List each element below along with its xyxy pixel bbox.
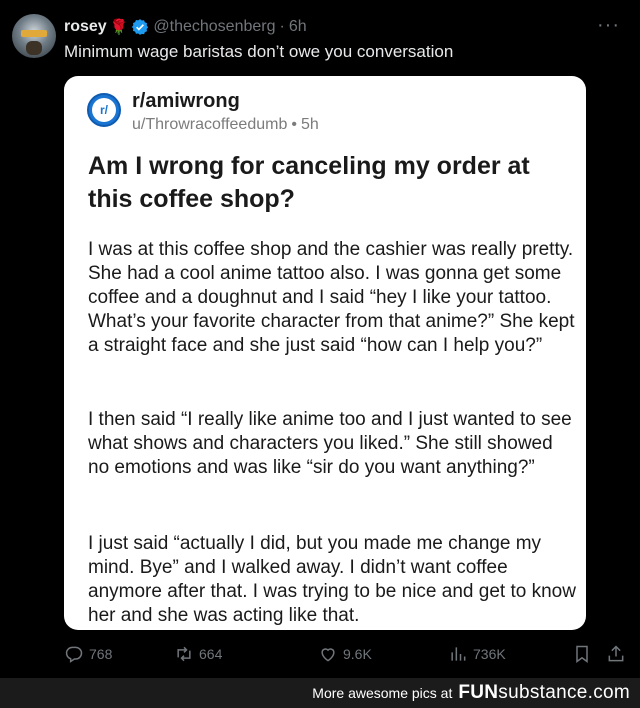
bookmark-button[interactable] xyxy=(572,644,597,664)
tweet: rosey 🌹 @thechosenberg · 6h ··· Minimum … xyxy=(0,0,640,678)
views-button[interactable]: 736K xyxy=(448,644,506,664)
subreddit-icon-label: r/ xyxy=(92,98,116,122)
share-button[interactable] xyxy=(606,644,631,664)
avatar-sunglasses xyxy=(21,30,47,37)
bookmark-icon xyxy=(576,645,588,663)
footer-text: More awesome pics at xyxy=(312,685,453,701)
reddit-post-card[interactable]: r/ r/amiwrong u/Throwracoffeedumb • 5h Am … xyxy=(64,76,586,630)
heart-icon xyxy=(321,648,335,662)
funsubstance-footer: More awesome pics at FUNsubstance.com xyxy=(0,678,640,708)
handle[interactable]: @thechosenberg xyxy=(153,18,275,36)
logo-bold: FUN xyxy=(458,682,499,703)
tweet-text: Minimum wage baristas don’t owe you conv… xyxy=(64,42,454,61)
avatar-face xyxy=(26,41,42,55)
reply-button[interactable]: 768 xyxy=(64,644,112,664)
separator-dot: · xyxy=(279,18,285,35)
post-paragraph-1: I was at this coffee shop and the cashie… xyxy=(88,239,575,356)
subreddit-name: r/amiwrong xyxy=(132,90,240,112)
funsubstance-logo[interactable]: FUNsubstance.com xyxy=(458,682,630,704)
reply-count: 768 xyxy=(89,646,113,662)
tweet-time[interactable]: 6h xyxy=(289,18,307,36)
verified-badge-icon xyxy=(132,19,149,35)
post-paragraph-2: I then said “I really like anime too and… xyxy=(88,409,572,478)
views-icon xyxy=(451,647,466,661)
post-paragraph-3: I just said “actually I did, but you mad… xyxy=(88,533,576,626)
share-icon xyxy=(608,645,624,662)
post-meta: u/Throwracoffeedumb • 5h xyxy=(132,116,319,134)
retweet-button[interactable]: 664 xyxy=(174,644,222,664)
like-button[interactable]: 9.6K xyxy=(318,644,372,664)
avatar[interactable] xyxy=(12,14,56,58)
more-options-icon[interactable]: ··· xyxy=(597,14,620,37)
post-title: Am I wrong for canceling my order at thi… xyxy=(88,152,530,213)
meta-separator: • xyxy=(291,116,297,133)
retweet-count: 664 xyxy=(199,646,223,662)
retweet-icon xyxy=(177,646,191,662)
display-name[interactable]: rosey xyxy=(64,18,107,36)
views-count: 736K xyxy=(473,646,506,662)
post-author: u/Throwracoffeedumb xyxy=(132,116,288,133)
logo-suffix: .com xyxy=(587,682,630,703)
rose-emoji: 🌹 xyxy=(109,19,129,36)
subreddit-icon: r/ xyxy=(87,93,121,127)
reply-icon xyxy=(65,646,83,663)
like-count: 9.6K xyxy=(343,646,372,662)
post-age: 5h xyxy=(300,116,319,133)
logo-light: substance xyxy=(498,682,588,703)
tweet-actions: 768 664 9.6K 736K xyxy=(64,644,628,668)
tweet-header: rosey 🌹 @thechosenberg · 6h xyxy=(64,16,307,38)
